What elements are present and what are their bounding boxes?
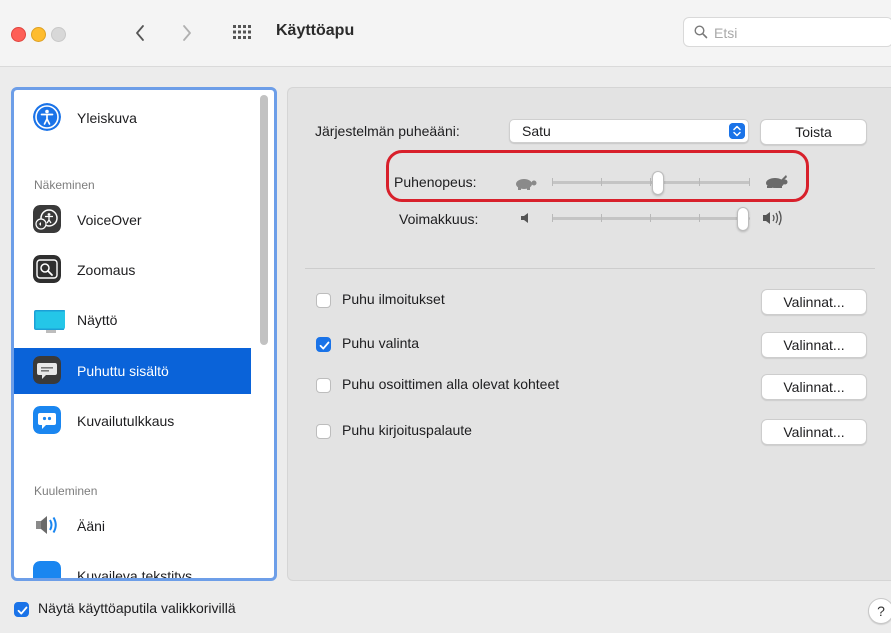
sidebar[interactable]: Yleiskuva Näkeminen VoiceOver Zoomaus Nä… — [11, 87, 277, 581]
show-in-menu-bar-checkbox[interactable] — [14, 602, 29, 617]
option-label: Puhu ilmoitukset — [342, 291, 445, 307]
close-window-button[interactable] — [11, 27, 26, 42]
options-button[interactable]: Valinnat... — [761, 419, 867, 445]
sidebar-item-label: Kuvailutulkkaus — [77, 413, 175, 429]
minimize-window-button[interactable] — [31, 27, 46, 42]
sidebar-item-label: Kuvaileva tekstitys — [77, 568, 193, 581]
voice-select[interactable]: Satu — [509, 119, 749, 143]
sidebar-section-vision: Näkeminen — [34, 178, 95, 192]
voiceover-icon — [33, 205, 61, 233]
volume-slider-track[interactable] — [552, 217, 750, 220]
rate-highlight-ring — [386, 150, 809, 202]
sidebar-item-label: Näyttö — [77, 312, 118, 328]
option-label: Puhu kirjoituspalaute — [342, 422, 472, 438]
sidebar-item-captions[interactable]: Kuvaileva tekstitys — [14, 553, 251, 581]
chevron-left-icon — [136, 25, 144, 41]
play-button[interactable]: Toista — [760, 119, 867, 145]
accessibility-icon — [33, 103, 61, 131]
checkmark-icon — [17, 606, 28, 615]
sidebar-item-zoom[interactable]: Zoomaus — [14, 247, 251, 293]
volume-high-icon — [763, 210, 782, 226]
back-button[interactable] — [128, 18, 152, 48]
sidebar-item-label: VoiceOver — [77, 212, 142, 228]
forward-button[interactable] — [175, 18, 199, 48]
settings-panel: Järjestelmän puheääni: Satu Toista Puhen… — [287, 87, 891, 581]
options-button[interactable]: Valinnat... — [761, 289, 867, 315]
search-field[interactable] — [683, 17, 891, 47]
description-icon — [33, 406, 61, 434]
sidebar-item-overview[interactable]: Yleiskuva — [14, 95, 251, 141]
options-button[interactable]: Valinnat... — [761, 374, 867, 400]
option-label: Puhu osoittimen alla olevat kohteet — [342, 376, 560, 392]
popup-stepper-icon — [729, 123, 745, 139]
sidebar-item-display[interactable]: Näyttö — [14, 297, 251, 343]
search-icon — [694, 25, 708, 39]
sidebar-item-label: Puhuttu sisältö — [77, 363, 169, 379]
voice-select-value: Satu — [522, 123, 551, 139]
speak-items-under-pointer-checkbox[interactable] — [316, 378, 331, 393]
sidebar-item-voiceover[interactable]: VoiceOver — [14, 197, 251, 243]
sidebar-item-label: Zoomaus — [77, 262, 136, 278]
volume-tick — [552, 214, 553, 222]
sidebar-scrollbar[interactable] — [260, 95, 268, 345]
voice-label: Järjestelmän puheääni: — [315, 123, 460, 139]
volume-tick — [699, 214, 700, 222]
volume-slider-knob[interactable] — [737, 207, 749, 231]
display-icon — [34, 310, 65, 333]
zoom-window-button[interactable] — [51, 27, 66, 42]
zoom-icon — [33, 255, 61, 283]
volume-label: Voimakkuus: — [399, 211, 479, 227]
chevron-right-icon — [183, 25, 191, 41]
volume-tick — [601, 214, 602, 222]
help-button[interactable]: ? — [868, 598, 891, 624]
sidebar-item-audio[interactable]: Ääni — [14, 503, 251, 549]
show-all-grid-icon[interactable] — [232, 24, 252, 40]
sidebar-item-audio-description[interactable]: Kuvailutulkkaus — [14, 398, 251, 444]
sidebar-item-spoken-content[interactable]: Puhuttu sisältö — [14, 348, 251, 394]
section-divider — [305, 268, 875, 269]
speak-selection-checkbox[interactable] — [316, 337, 331, 352]
volume-low-icon — [521, 213, 528, 223]
options-button[interactable]: Valinnat... — [761, 332, 867, 358]
option-label: Puhu valinta — [342, 335, 420, 351]
sidebar-item-label: Yleiskuva — [77, 110, 137, 126]
speaker-icon — [36, 516, 57, 534]
spoken-content-icon — [33, 356, 61, 384]
speak-announcements-checkbox[interactable] — [316, 293, 331, 308]
sidebar-item-label: Ääni — [77, 518, 106, 534]
window-title: Käyttöapu — [276, 22, 355, 39]
checkmark-icon — [319, 341, 330, 350]
show-in-menu-bar-label: Näytä käyttöaputila valikkorivillä — [38, 600, 236, 616]
speak-typing-feedback-checkbox[interactable] — [316, 424, 331, 439]
search-input[interactable] — [712, 22, 886, 44]
title-bar: Käyttöapu — [0, 0, 891, 67]
volume-tick — [650, 214, 651, 222]
captions-icon — [33, 561, 61, 578]
sidebar-section-hearing: Kuuleminen — [34, 484, 98, 498]
